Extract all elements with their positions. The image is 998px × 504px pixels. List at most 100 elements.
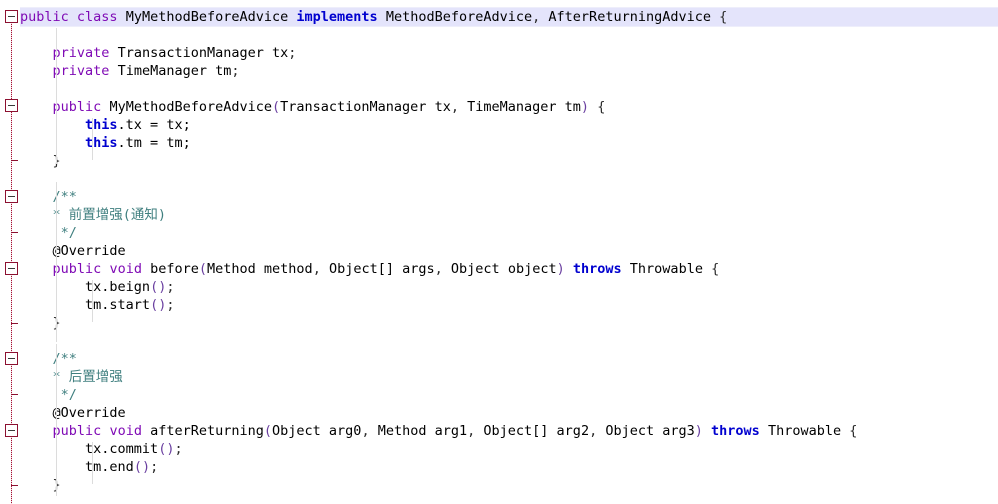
open-brace: { bbox=[719, 9, 728, 25]
fold-end-tick-javadoc-before bbox=[11, 232, 18, 233]
open-paren: ( bbox=[272, 99, 281, 115]
semicolon: ; bbox=[288, 45, 297, 61]
code-line[interactable]: this.tm = tm; bbox=[20, 134, 998, 152]
code-line[interactable]: private TimeManager tm; bbox=[20, 62, 998, 80]
code-line[interactable]: } bbox=[20, 152, 998, 170]
open-brace: { bbox=[849, 423, 858, 439]
keyword-class: class bbox=[76, 9, 118, 25]
comma: , bbox=[312, 261, 321, 277]
m1-param-2: Object[] arg2 bbox=[483, 423, 590, 439]
method-name-before: before bbox=[150, 261, 199, 277]
keyword-public-m1: public bbox=[52, 423, 102, 439]
code-line-blank[interactable] bbox=[20, 26, 998, 44]
code-line-blank[interactable] bbox=[20, 170, 998, 188]
code-line[interactable]: } bbox=[20, 314, 998, 332]
code-line[interactable]: this.tx = tx; bbox=[20, 116, 998, 134]
code-line-comment[interactable]: * 前置增强(通知) bbox=[20, 206, 998, 224]
code-editor[interactable]: public class MyMethodBeforeAdvice implem… bbox=[0, 0, 998, 504]
indent-guide-level-1 bbox=[56, 28, 57, 164]
keyword-public-m0: public bbox=[52, 261, 102, 277]
code-line-comment[interactable]: /** bbox=[20, 188, 998, 206]
fold-toggle-after-returning-body[interactable] bbox=[5, 424, 18, 437]
open-brace: { bbox=[711, 261, 720, 277]
interface-name-0: MethodBeforeAdvice bbox=[385, 9, 533, 25]
fold-toggle-javadoc-after-returning[interactable] bbox=[5, 352, 18, 365]
semicolon: ; bbox=[231, 63, 240, 79]
open-brace: { bbox=[597, 99, 606, 115]
keyword-void-m0: void bbox=[109, 261, 142, 277]
indent-guide-level-1b bbox=[56, 182, 57, 342]
semicolon: ; bbox=[150, 459, 159, 475]
comma: , bbox=[434, 261, 443, 277]
indent-guide-level-2c bbox=[92, 442, 93, 484]
fold-toggle-javadoc-before[interactable] bbox=[5, 190, 18, 203]
semicolon: ; bbox=[166, 279, 175, 295]
comma: , bbox=[589, 423, 598, 439]
comma: , bbox=[467, 423, 476, 439]
open-paren: ( bbox=[263, 423, 273, 439]
class-name: MyMethodBeforeAdvice bbox=[125, 9, 289, 25]
m1-param-0: Object arg0 bbox=[272, 423, 362, 439]
m0-param-1: Object[] args bbox=[328, 261, 435, 277]
ctor-assign-0: .tx = tx; bbox=[117, 117, 191, 133]
code-line[interactable]: public void before(Method method, Object… bbox=[20, 260, 998, 278]
comma: , bbox=[450, 99, 459, 115]
keyword-private-1: private bbox=[52, 63, 110, 79]
close-paren: ) bbox=[694, 423, 703, 439]
javadoc-text-0: * 前置增强(通知) bbox=[44, 207, 167, 223]
keyword-void-m1: void bbox=[109, 423, 142, 439]
code-line[interactable]: } bbox=[20, 476, 998, 494]
field-name-0: tx bbox=[272, 45, 289, 61]
m0-stmt-0: tx.beign bbox=[85, 279, 151, 295]
m0-param-2: Object object bbox=[450, 261, 557, 277]
keyword-this-1: this bbox=[85, 135, 118, 151]
code-line-blank[interactable] bbox=[20, 80, 998, 98]
semicolon: ; bbox=[174, 441, 183, 457]
code-line-blank[interactable] bbox=[20, 332, 998, 350]
fold-toggle-constructor-body[interactable] bbox=[5, 99, 18, 112]
comma: , bbox=[532, 9, 541, 25]
code-line-comment[interactable]: * 后置增强 bbox=[20, 368, 998, 386]
code-folding-gutter[interactable] bbox=[0, 0, 20, 504]
code-line-annotation[interactable]: @Override bbox=[20, 404, 998, 422]
close-paren: ) bbox=[580, 99, 590, 115]
indent-guide-level-2 bbox=[92, 118, 93, 160]
keyword-implements: implements bbox=[296, 9, 378, 25]
fold-end-tick-javadoc-after bbox=[11, 394, 18, 395]
code-line[interactable]: public class MyMethodBeforeAdvice implem… bbox=[20, 8, 998, 26]
open-paren: ( bbox=[198, 261, 208, 277]
ctor-param-1: TimeManager tm bbox=[467, 99, 581, 115]
code-top-padding bbox=[20, 0, 998, 8]
fold-toggle-class-body[interactable] bbox=[5, 10, 18, 23]
code-line-comment[interactable]: */ bbox=[20, 224, 998, 242]
fold-end-tick-before-method bbox=[11, 323, 18, 324]
code-text-area[interactable]: public class MyMethodBeforeAdvice implem… bbox=[20, 0, 998, 504]
call-parens: () bbox=[133, 459, 151, 475]
code-line-comment[interactable]: */ bbox=[20, 386, 998, 404]
fold-end-tick-after-returning bbox=[11, 485, 18, 486]
constructor-name: MyMethodBeforeAdvice bbox=[109, 99, 272, 115]
fold-end-tick-constructor bbox=[11, 160, 18, 161]
m1-stmt-0: tx.commit bbox=[85, 441, 159, 457]
call-parens: () bbox=[158, 441, 175, 457]
indent-guide-level-1c bbox=[56, 344, 57, 496]
m1-param-1: Method arg1 bbox=[377, 423, 468, 439]
code-line[interactable]: tm.end(); bbox=[20, 458, 998, 476]
interface-name-1: AfterReturningAdvice bbox=[548, 9, 711, 25]
code-line[interactable]: public void afterReturning(Object arg0, … bbox=[20, 422, 998, 440]
annotation-override-1: @Override bbox=[52, 405, 126, 421]
ctor-assign-1: .tm = tm; bbox=[117, 135, 191, 151]
code-line[interactable]: public MyMethodBeforeAdvice(TransactionM… bbox=[20, 98, 998, 116]
code-line-annotation[interactable]: @Override bbox=[20, 242, 998, 260]
code-line[interactable]: tx.beign(); bbox=[20, 278, 998, 296]
fold-toggle-before-method-body[interactable] bbox=[5, 262, 18, 275]
semicolon: ; bbox=[166, 297, 175, 313]
code-line-comment[interactable]: /** bbox=[20, 350, 998, 368]
call-parens: () bbox=[150, 279, 167, 295]
code-line[interactable]: private TransactionManager tx; bbox=[20, 44, 998, 62]
m0-throws-type: Throwable bbox=[629, 261, 703, 277]
ctor-param-0: TransactionManager tx bbox=[280, 99, 451, 115]
code-line[interactable]: tx.commit(); bbox=[20, 440, 998, 458]
keyword-throws-m0: throws bbox=[572, 261, 622, 277]
code-line[interactable]: tm.start(); bbox=[20, 296, 998, 314]
